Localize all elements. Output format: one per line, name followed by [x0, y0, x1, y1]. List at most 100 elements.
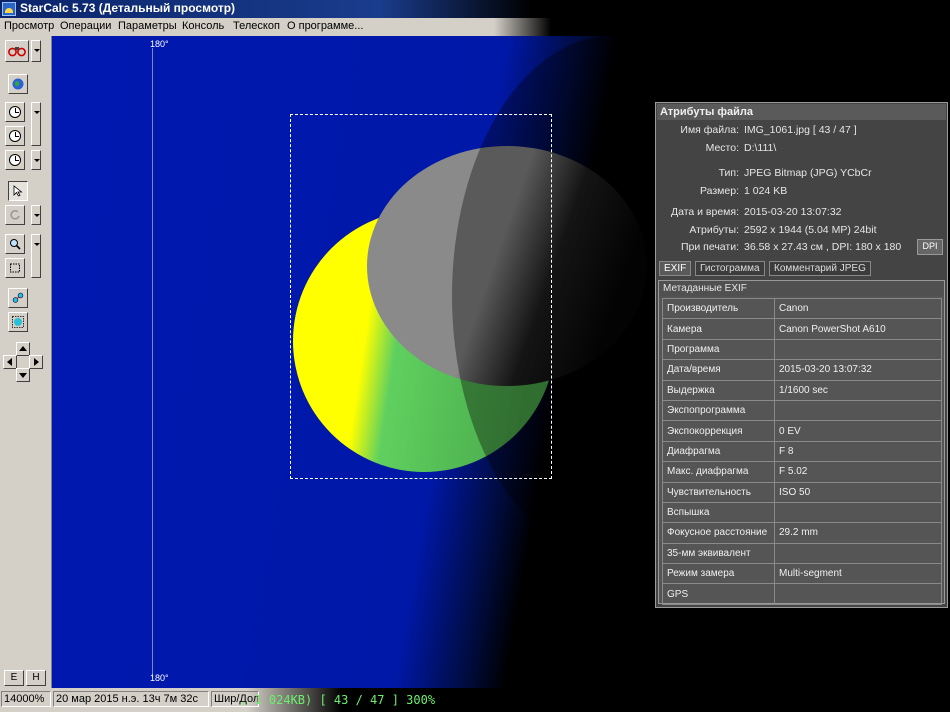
exif-value: Canon	[774, 297, 942, 320]
attr-row-size: Размер: 1 024 KB	[656, 185, 947, 203]
file-attributes-header: Атрибуты файла	[657, 104, 946, 120]
table-row[interactable]: Фокусное расстояние 29.2 mm	[662, 522, 942, 544]
time-back-dropdown[interactable]	[31, 150, 41, 170]
zoom-tool-button[interactable]	[5, 234, 25, 254]
target-icon	[12, 316, 24, 328]
table-row[interactable]: Выдержка 1/1600 sec	[662, 379, 942, 401]
left-toolbar	[0, 36, 52, 688]
menu-parameters[interactable]: Параметры	[118, 20, 177, 32]
attr-value: D:\111\	[744, 142, 777, 154]
table-row[interactable]: Режим замера Multi-segment	[662, 563, 942, 585]
attr-row-location: Место: D:\111\	[656, 142, 947, 160]
dpi-button[interactable]: DPI	[917, 239, 943, 255]
pan-left-button[interactable]	[3, 355, 17, 369]
telescope-button[interactable]	[5, 40, 29, 62]
exif-value: 0 EV	[774, 420, 942, 442]
select-object-button[interactable]	[8, 312, 28, 332]
pan-right-button[interactable]	[29, 355, 43, 369]
exif-value: 29.2 mm	[774, 522, 942, 544]
table-row[interactable]: Экспокоррекция 0 EV	[662, 420, 942, 442]
table-row[interactable]: Экспопрограмма	[662, 399, 942, 422]
attr-value: 36.58 x 27.43 см , DPI: 180 x 180	[744, 241, 902, 253]
dashed-rect-icon	[10, 263, 20, 273]
exif-value: Multi-segment	[774, 563, 942, 585]
attr-row-datetime: Дата и время: 2015-03-20 13:07:32	[656, 206, 947, 224]
clock-icon	[9, 154, 21, 166]
pan-down-button[interactable]	[16, 368, 30, 382]
table-row[interactable]: Камера Canon PowerShot A610	[662, 318, 942, 340]
arrow-up-icon	[19, 346, 27, 351]
exif-value: Canon PowerShot A610	[774, 318, 942, 340]
attr-value: 1 024 KB	[744, 185, 788, 197]
rotate-dropdown[interactable]	[31, 205, 41, 225]
clock-icon	[9, 106, 21, 118]
status-bar: 14000% 20 мар 2015 н.э. 13ч 7м 32с Шир/Д…	[0, 688, 950, 712]
table-row[interactable]: Диафрагма F 8	[662, 440, 942, 463]
exif-value: ISO 50	[774, 481, 942, 503]
app-icon	[2, 2, 16, 16]
zoom-dropdown[interactable]	[31, 234, 41, 278]
globe-icon	[12, 78, 24, 90]
table-row[interactable]: 35-мм эквивалент	[662, 542, 942, 565]
selection-box[interactable]	[290, 114, 552, 479]
globe-button[interactable]	[8, 74, 28, 94]
attr-value: JPEG Bitmap (JPG) YCbCr	[744, 167, 872, 179]
exif-value	[774, 399, 942, 422]
table-row[interactable]: Программа	[662, 338, 942, 361]
image-viewer-status: , 1 024KB) [ 43 / 47 ] 300%	[240, 693, 436, 707]
rotate-tool-button[interactable]	[5, 205, 25, 225]
linked-circles-icon	[12, 292, 24, 303]
exif-key: Фокусное расстояние	[662, 522, 775, 544]
menu-about[interactable]: О программе...	[287, 20, 363, 32]
attr-row-print: При печати: 36.58 x 27.43 см , DPI: 180 …	[656, 241, 947, 259]
table-row[interactable]: Вспышка	[662, 501, 942, 524]
tab-jpeg-comment[interactable]: Комментарий JPEG	[769, 261, 871, 276]
attr-row-type: Тип: JPEG Bitmap (JPG) YCbCr	[656, 167, 947, 185]
zoom-level: 14000%	[1, 691, 51, 707]
exif-key: 35-мм эквивалент	[662, 542, 775, 565]
table-row[interactable]: Макс. диафрагма F 5.02	[662, 461, 942, 483]
time-forward-button[interactable]	[5, 102, 25, 122]
attr-label: Тип:	[718, 167, 739, 179]
exif-value: F 8	[774, 440, 942, 463]
exif-panel: Метаданные EXIF Производитель Canon Камер…	[658, 280, 945, 605]
zoom-rect-button[interactable]	[5, 258, 25, 278]
attr-label: Имя файла:	[680, 124, 739, 136]
cursor-arrow-icon	[13, 185, 23, 197]
pan-up-button[interactable]	[16, 342, 30, 356]
table-row[interactable]: GPS	[662, 583, 942, 605]
exif-key: Макс. диафрагма	[662, 461, 775, 483]
tab-histogram[interactable]: Гистограмма	[695, 261, 765, 276]
table-row[interactable]: Производитель Canon	[662, 297, 942, 320]
attr-row-attributes: Атрибуты: 2592 x 1944 (5.04 MP) 24bit	[656, 224, 947, 242]
status-datetime: 20 мар 2015 н.э. 13ч 7м 32с	[53, 691, 209, 707]
time-back-button[interactable]	[5, 150, 25, 170]
magnifier-icon	[10, 239, 21, 250]
table-row[interactable]: Чувствительность ISO 50	[662, 481, 942, 503]
object-link-button[interactable]	[8, 288, 28, 308]
exif-key: Выдержка	[662, 379, 775, 401]
exif-value: 2015-03-20 13:07:32	[774, 359, 942, 381]
h-button[interactable]: H	[26, 670, 46, 686]
telescope-dropdown[interactable]	[31, 40, 41, 62]
menu-telescope[interactable]: Телескоп	[233, 20, 280, 32]
tab-exif[interactable]: EXIF	[659, 261, 692, 276]
clock-icon	[9, 130, 21, 142]
binoculars-icon	[8, 47, 26, 57]
exif-value	[774, 501, 942, 524]
menu-operations[interactable]: Операции	[60, 20, 111, 32]
arrow-left-icon	[7, 358, 12, 366]
arrow-down-icon	[19, 373, 27, 378]
exif-key: Чувствительность	[662, 481, 775, 503]
menu-console[interactable]: Консоль	[182, 20, 224, 32]
table-row[interactable]: Дата/время 2015-03-20 13:07:32	[662, 359, 942, 381]
pointer-tool-button[interactable]	[8, 181, 28, 201]
file-attributes-panel: Атрибуты файла Имя файла: IMG_1061.jpg […	[655, 102, 948, 608]
time-dropdown[interactable]	[31, 102, 41, 146]
menu-bar: Просмотр Операции Параметры Консоль Теле…	[0, 18, 950, 36]
exif-key: Камера	[662, 318, 775, 340]
time-now-button[interactable]	[5, 126, 25, 146]
arrow-right-icon	[34, 358, 39, 366]
e-button[interactable]: E	[4, 670, 24, 686]
menu-view[interactable]: Просмотр	[4, 20, 54, 32]
